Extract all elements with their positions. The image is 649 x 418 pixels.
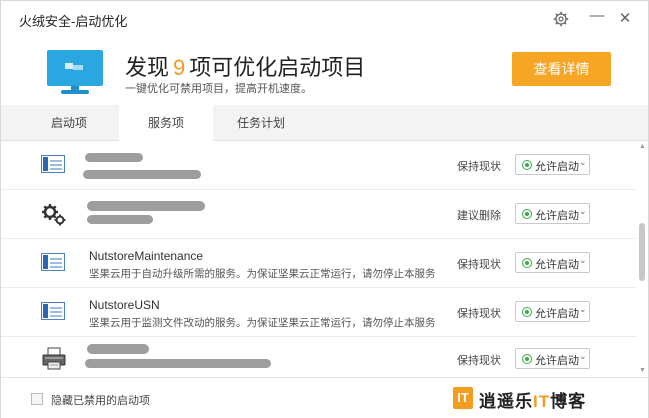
dropdown-label: 允许启动: [535, 259, 579, 271]
summary-header: 发现 9 项可优化启动项目 一键优化可禁用项目，提高开机速度。 查看详情: [1, 37, 648, 105]
redacted-description: [85, 359, 271, 368]
title-bar: 火绒安全-启动优化 — ✕: [1, 1, 648, 37]
service-window-icon: [41, 155, 67, 175]
redacted-description: [83, 170, 201, 179]
redacted-name: [87, 344, 149, 354]
startup-optimizer-window: 火绒安全-启动优化 — ✕ 发现 9 项可优化启动项目 一键优化可禁用项目，提高…: [0, 0, 649, 418]
tab-startup-items[interactable]: 启动项: [23, 105, 115, 141]
scrollbar-thumb[interactable]: [639, 223, 645, 281]
allow-status-icon: [522, 258, 532, 268]
tab-service-items[interactable]: 服务项: [119, 105, 213, 142]
watermark-text-a: 逍遥乐: [479, 392, 533, 411]
row-status: 保持现状: [457, 259, 501, 271]
allow-status-icon: [522, 307, 532, 317]
allow-startup-dropdown[interactable]: 允许启动 ⌄: [515, 301, 590, 322]
window-title: 火绒安全-启动优化: [19, 14, 128, 29]
allow-status-icon: [522, 160, 532, 170]
service-list: 保持现状 允许启动 ⌄ 建议删除 允许启动 ⌄ NutstoreMaintena…: [1, 141, 637, 377]
chevron-down-icon: ⌄: [579, 351, 587, 361]
minimize-button[interactable]: —: [587, 6, 607, 26]
service-description: 坚果云用于自动升级所需的服务。为保证坚果云正常运行，请勿停止本服务: [89, 268, 436, 280]
chevron-down-icon: ⌄: [579, 157, 587, 167]
monitor-icon: [47, 50, 103, 94]
allow-startup-dropdown[interactable]: 允许启动 ⌄: [515, 154, 590, 175]
allow-startup-dropdown[interactable]: 允许启动 ⌄: [515, 203, 590, 224]
headline-prefix: 发现: [125, 55, 170, 80]
tab-scheduled-tasks[interactable]: 任务计划: [215, 105, 307, 141]
allow-status-icon: [522, 354, 532, 364]
list-item: 保持现状 允许启动 ⌄: [1, 337, 637, 377]
summary-subtitle: 一键优化可禁用项目，提高开机速度。: [125, 83, 312, 95]
service-name: NutstoreMaintenance: [89, 249, 204, 263]
service-name: NutstoreUSN: [89, 298, 160, 312]
redacted-name: [85, 153, 143, 162]
allow-status-icon: [522, 209, 532, 219]
chevron-down-icon: ⌄: [579, 304, 587, 314]
watermark-logo: IT: [453, 387, 473, 409]
gear-icon[interactable]: [551, 9, 571, 29]
summary-headline: 发现 9 项可优化启动项目: [125, 50, 365, 82]
close-button[interactable]: ✕: [615, 9, 635, 29]
hide-disabled-checkbox[interactable]: [31, 393, 43, 405]
hide-disabled-label[interactable]: 隐藏已禁用的启动项: [51, 392, 150, 408]
list-item: NutstoreUSN 坚果云用于监测文件改动的服务。为保证坚果云正常运行，请勿…: [1, 288, 637, 337]
watermark-text: 逍遥乐IT博客: [479, 387, 586, 412]
allow-startup-dropdown[interactable]: 允许启动 ⌄: [515, 252, 590, 273]
row-status: 保持现状: [457, 355, 501, 367]
redacted-description: [87, 215, 153, 224]
dropdown-label: 允许启动: [535, 355, 579, 367]
service-description: 坚果云用于监测文件改动的服务。为保证坚果云正常运行，请勿停止本服务: [89, 317, 436, 329]
row-status: 保持现状: [457, 308, 501, 320]
tab-bar: 启动项 服务项 任务计划: [1, 105, 648, 142]
allow-startup-dropdown[interactable]: 允许启动 ⌄: [515, 348, 590, 369]
watermark-text-b: IT: [533, 392, 551, 411]
chevron-down-icon: ⌄: [579, 206, 587, 216]
headline-suffix: 项可优化启动项目: [189, 55, 366, 80]
dropdown-label: 允许启动: [535, 308, 579, 320]
redacted-name: [87, 201, 205, 211]
service-window-icon: [41, 253, 67, 273]
printer-icon: [41, 347, 67, 370]
scroll-down-arrow-icon[interactable]: ▼: [639, 367, 646, 374]
chevron-down-icon: ⌄: [579, 255, 587, 265]
dropdown-label: 允许启动: [535, 161, 579, 173]
view-details-button[interactable]: 查看详情: [512, 52, 611, 86]
row-status: 建议删除: [457, 210, 501, 222]
row-status: 保持现状: [457, 161, 501, 173]
service-window-icon: [41, 302, 67, 322]
optimizable-count: 9: [173, 55, 186, 80]
dropdown-label: 允许启动: [535, 210, 579, 222]
list-scrollbar[interactable]: ▲ ▼: [637, 141, 648, 377]
list-item: NutstoreMaintenance 坚果云用于自动升级所需的服务。为保证坚果…: [1, 239, 637, 288]
list-item: 建议删除 允许启动 ⌄: [1, 190, 637, 239]
watermark-text-c: 博客: [550, 392, 587, 411]
scroll-up-arrow-icon[interactable]: ▲: [639, 143, 646, 150]
gears-icon: [41, 203, 67, 226]
list-item: 保持现状 允许启动 ⌄: [1, 141, 637, 190]
